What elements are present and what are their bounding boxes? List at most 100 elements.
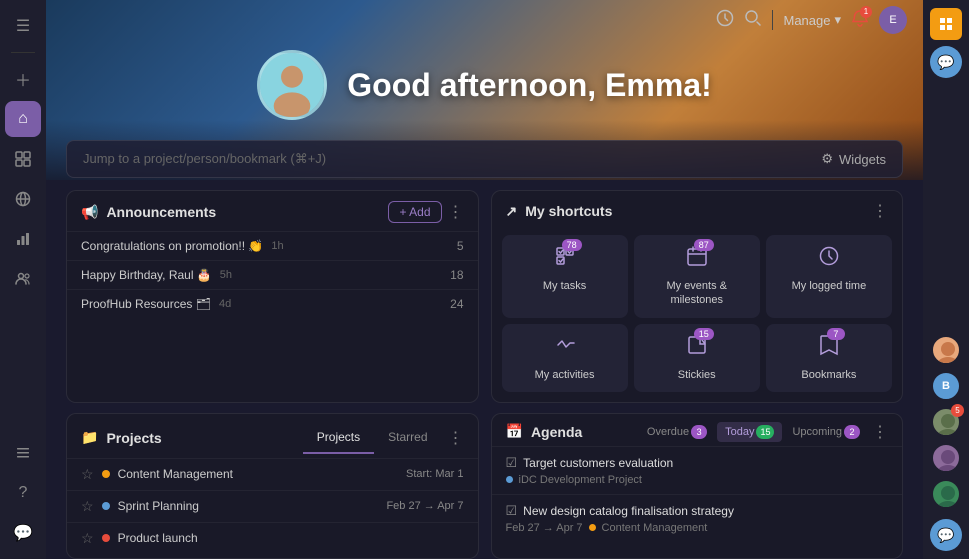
shortcuts-menu-button[interactable]: ⋮ bbox=[872, 201, 888, 221]
bottom-widgets-row: 📁 Projects Projects Starred ⋮ ☆ bbox=[46, 403, 923, 559]
announcement-item-1[interactable]: Congratulations on promotion!! 👏 1h 5 bbox=[67, 231, 478, 260]
agenda-dot-1 bbox=[506, 476, 513, 483]
project-item-content-management[interactable]: ☆ Content Management Start: Mar 1 bbox=[67, 458, 478, 490]
projects-tab-starred[interactable]: Starred bbox=[374, 422, 441, 454]
avatar-container-5 bbox=[931, 479, 961, 509]
agenda-tab-overdue[interactable]: Overdue3 bbox=[639, 422, 715, 442]
avatar-container-3: 5 bbox=[931, 407, 961, 437]
notification-button[interactable]: 1 bbox=[851, 9, 869, 32]
shortcuts-icon: ↗ bbox=[506, 203, 518, 220]
user-avatar-2[interactable]: B bbox=[931, 371, 961, 401]
my-tasks-badge: 78 bbox=[562, 239, 582, 251]
shortcut-my-tasks[interactable]: 78 My tasks bbox=[502, 235, 628, 318]
agenda-item-1[interactable]: ☑ Target customers evaluation iDC Develo… bbox=[492, 446, 903, 494]
shortcut-bookmarks[interactable]: 7 Bookmarks bbox=[766, 324, 892, 392]
projects-menu-button[interactable]: ⋮ bbox=[448, 428, 464, 448]
user-avatar-5[interactable] bbox=[931, 479, 961, 509]
search-placeholder: Jump to a project/person/bookmark (⌘+J) bbox=[83, 151, 326, 167]
star-icon-2[interactable]: ☆ bbox=[81, 498, 94, 515]
star-icon-3[interactable]: ☆ bbox=[81, 530, 94, 547]
sidebar-list-icon[interactable] bbox=[5, 435, 41, 471]
shortcuts-grid: 78 My tasks 87 My events & milestones bbox=[492, 229, 903, 402]
project-dot-1 bbox=[102, 470, 110, 478]
avatar-container-2: B bbox=[931, 371, 961, 401]
project-item-product-launch[interactable]: ☆ Product launch bbox=[67, 522, 478, 554]
announcements-title: 📢 Announcements bbox=[81, 204, 216, 221]
right-sidebar-icon-2[interactable]: 💬 bbox=[930, 46, 962, 78]
my-events-badge: 87 bbox=[694, 239, 714, 251]
agenda-title: 📅 Agenda bbox=[506, 423, 583, 440]
avatar-container-4 bbox=[931, 443, 961, 473]
projects-list: ☆ Content Management Start: Mar 1 ☆ Spri… bbox=[67, 454, 478, 558]
search-section: Jump to a project/person/bookmark (⌘+J) … bbox=[46, 140, 923, 190]
star-icon-1[interactable]: ☆ bbox=[81, 466, 94, 483]
user-avatar-large bbox=[257, 50, 327, 120]
announcements-add-button[interactable]: + Add bbox=[388, 201, 441, 223]
agenda-item-2[interactable]: ☑ New design catalog finalisation strate… bbox=[492, 494, 903, 542]
stickies-badge: 15 bbox=[694, 328, 714, 340]
projects-tab-projects[interactable]: Projects bbox=[303, 422, 374, 454]
sidebar-help-icon[interactable]: ? bbox=[5, 475, 41, 511]
user-avatar-4[interactable] bbox=[931, 443, 961, 473]
greeting-text: Good afternoon, Emma! bbox=[347, 67, 711, 104]
agenda-check-icon-1: ☑ bbox=[506, 455, 518, 471]
user-avatar-1[interactable] bbox=[931, 335, 961, 365]
right-sidebar: 💬 B 5 💬 bbox=[923, 0, 969, 559]
agenda-tab-upcoming[interactable]: Upcoming2 bbox=[784, 422, 868, 442]
announcements-actions: + Add ⋮ bbox=[388, 201, 463, 223]
agenda-dot-2 bbox=[589, 524, 596, 531]
agenda-tab-today[interactable]: Today15 bbox=[717, 422, 782, 442]
main-content: Manage ▾ 1 E Good afternoon, Emma! Jump … bbox=[46, 0, 923, 559]
chat-button[interactable]: 💬 bbox=[930, 519, 962, 551]
sidebar-reports-icon[interactable] bbox=[5, 221, 41, 257]
today-badge: 15 bbox=[756, 425, 774, 439]
shortcuts-title: ↗ My shortcuts bbox=[506, 203, 613, 220]
sidebar-projects-icon[interactable] bbox=[5, 141, 41, 177]
agenda-header: 📅 Agenda Overdue3 Today15 Upc bbox=[492, 414, 903, 446]
announcements-widget: 📢 Announcements + Add ⋮ Congratulations … bbox=[66, 190, 479, 403]
agenda-calendar-icon: 📅 bbox=[506, 423, 523, 440]
projects-widget: 📁 Projects Projects Starred ⋮ ☆ bbox=[66, 413, 479, 559]
announcements-icon: 📢 bbox=[81, 204, 98, 221]
search-bar[interactable]: Jump to a project/person/bookmark (⌘+J) … bbox=[66, 140, 903, 178]
sidebar-add-icon[interactable]: ＋ bbox=[5, 61, 41, 97]
greeting-section: Good afternoon, Emma! bbox=[46, 40, 923, 140]
project-dot-2 bbox=[102, 502, 110, 510]
avatar-container-1 bbox=[931, 335, 961, 365]
shortcuts-header: ↗ My shortcuts ⋮ bbox=[492, 191, 903, 229]
shortcut-my-activities[interactable]: My activities bbox=[502, 324, 628, 392]
clock-icon[interactable] bbox=[716, 9, 734, 32]
manage-button[interactable]: Manage ▾ bbox=[783, 12, 841, 28]
notification-badge: 1 bbox=[860, 6, 872, 18]
agenda-tabs: Overdue3 Today15 Upcoming2 bbox=[639, 422, 868, 442]
widgets-gear-icon: ⚙ bbox=[821, 151, 833, 167]
agenda-widget: 📅 Agenda Overdue3 Today15 Upc bbox=[491, 413, 904, 559]
sidebar-message-icon[interactable]: 💬 bbox=[5, 515, 41, 551]
agenda-menu-button[interactable]: ⋮ bbox=[872, 422, 888, 442]
app-container: ☰ ＋ ⌂ ? 💬 bbox=[0, 0, 969, 559]
sidebar-home-icon[interactable]: ⌂ bbox=[5, 101, 41, 137]
avatar-3-badge: 5 bbox=[951, 404, 964, 417]
search-icon[interactable] bbox=[744, 9, 762, 32]
sidebar-menu-icon[interactable]: ☰ bbox=[5, 8, 41, 44]
left-sidebar: ☰ ＋ ⌂ ? 💬 bbox=[0, 0, 46, 559]
project-item-sprint-planning[interactable]: ☆ Sprint Planning Feb 27 → Apr 7 bbox=[67, 490, 478, 522]
user-avatar-top[interactable]: E bbox=[879, 6, 907, 34]
announcements-menu-button[interactable]: ⋮ bbox=[448, 202, 464, 222]
shortcut-stickies[interactable]: 15 Stickies bbox=[634, 324, 760, 392]
upcoming-badge: 2 bbox=[844, 425, 860, 439]
agenda-list: ☑ Target customers evaluation iDC Develo… bbox=[492, 446, 903, 542]
bookmarks-badge: 7 bbox=[827, 328, 845, 340]
projects-title: 📁 Projects bbox=[81, 429, 162, 446]
widgets-button[interactable]: ⚙ Widgets bbox=[821, 151, 886, 167]
sidebar-global-icon[interactable] bbox=[5, 181, 41, 217]
shortcuts-widget: ↗ My shortcuts ⋮ 78 My tasks bbox=[491, 190, 904, 403]
sidebar-people-icon[interactable] bbox=[5, 261, 41, 297]
shortcut-my-events[interactable]: 87 My events & milestones bbox=[634, 235, 760, 318]
projects-header: 📁 Projects Projects Starred ⋮ bbox=[67, 414, 478, 454]
right-sidebar-icon-1[interactable] bbox=[930, 8, 962, 40]
announcement-item-3[interactable]: ProofHub Resources 🗂 4d 24 bbox=[67, 289, 478, 318]
announcement-item-2[interactable]: Happy Birthday, Raul 🎂 5h 18 bbox=[67, 260, 478, 289]
project-dot-3 bbox=[102, 534, 110, 542]
shortcut-my-logged-time[interactable]: My logged time bbox=[766, 235, 892, 318]
